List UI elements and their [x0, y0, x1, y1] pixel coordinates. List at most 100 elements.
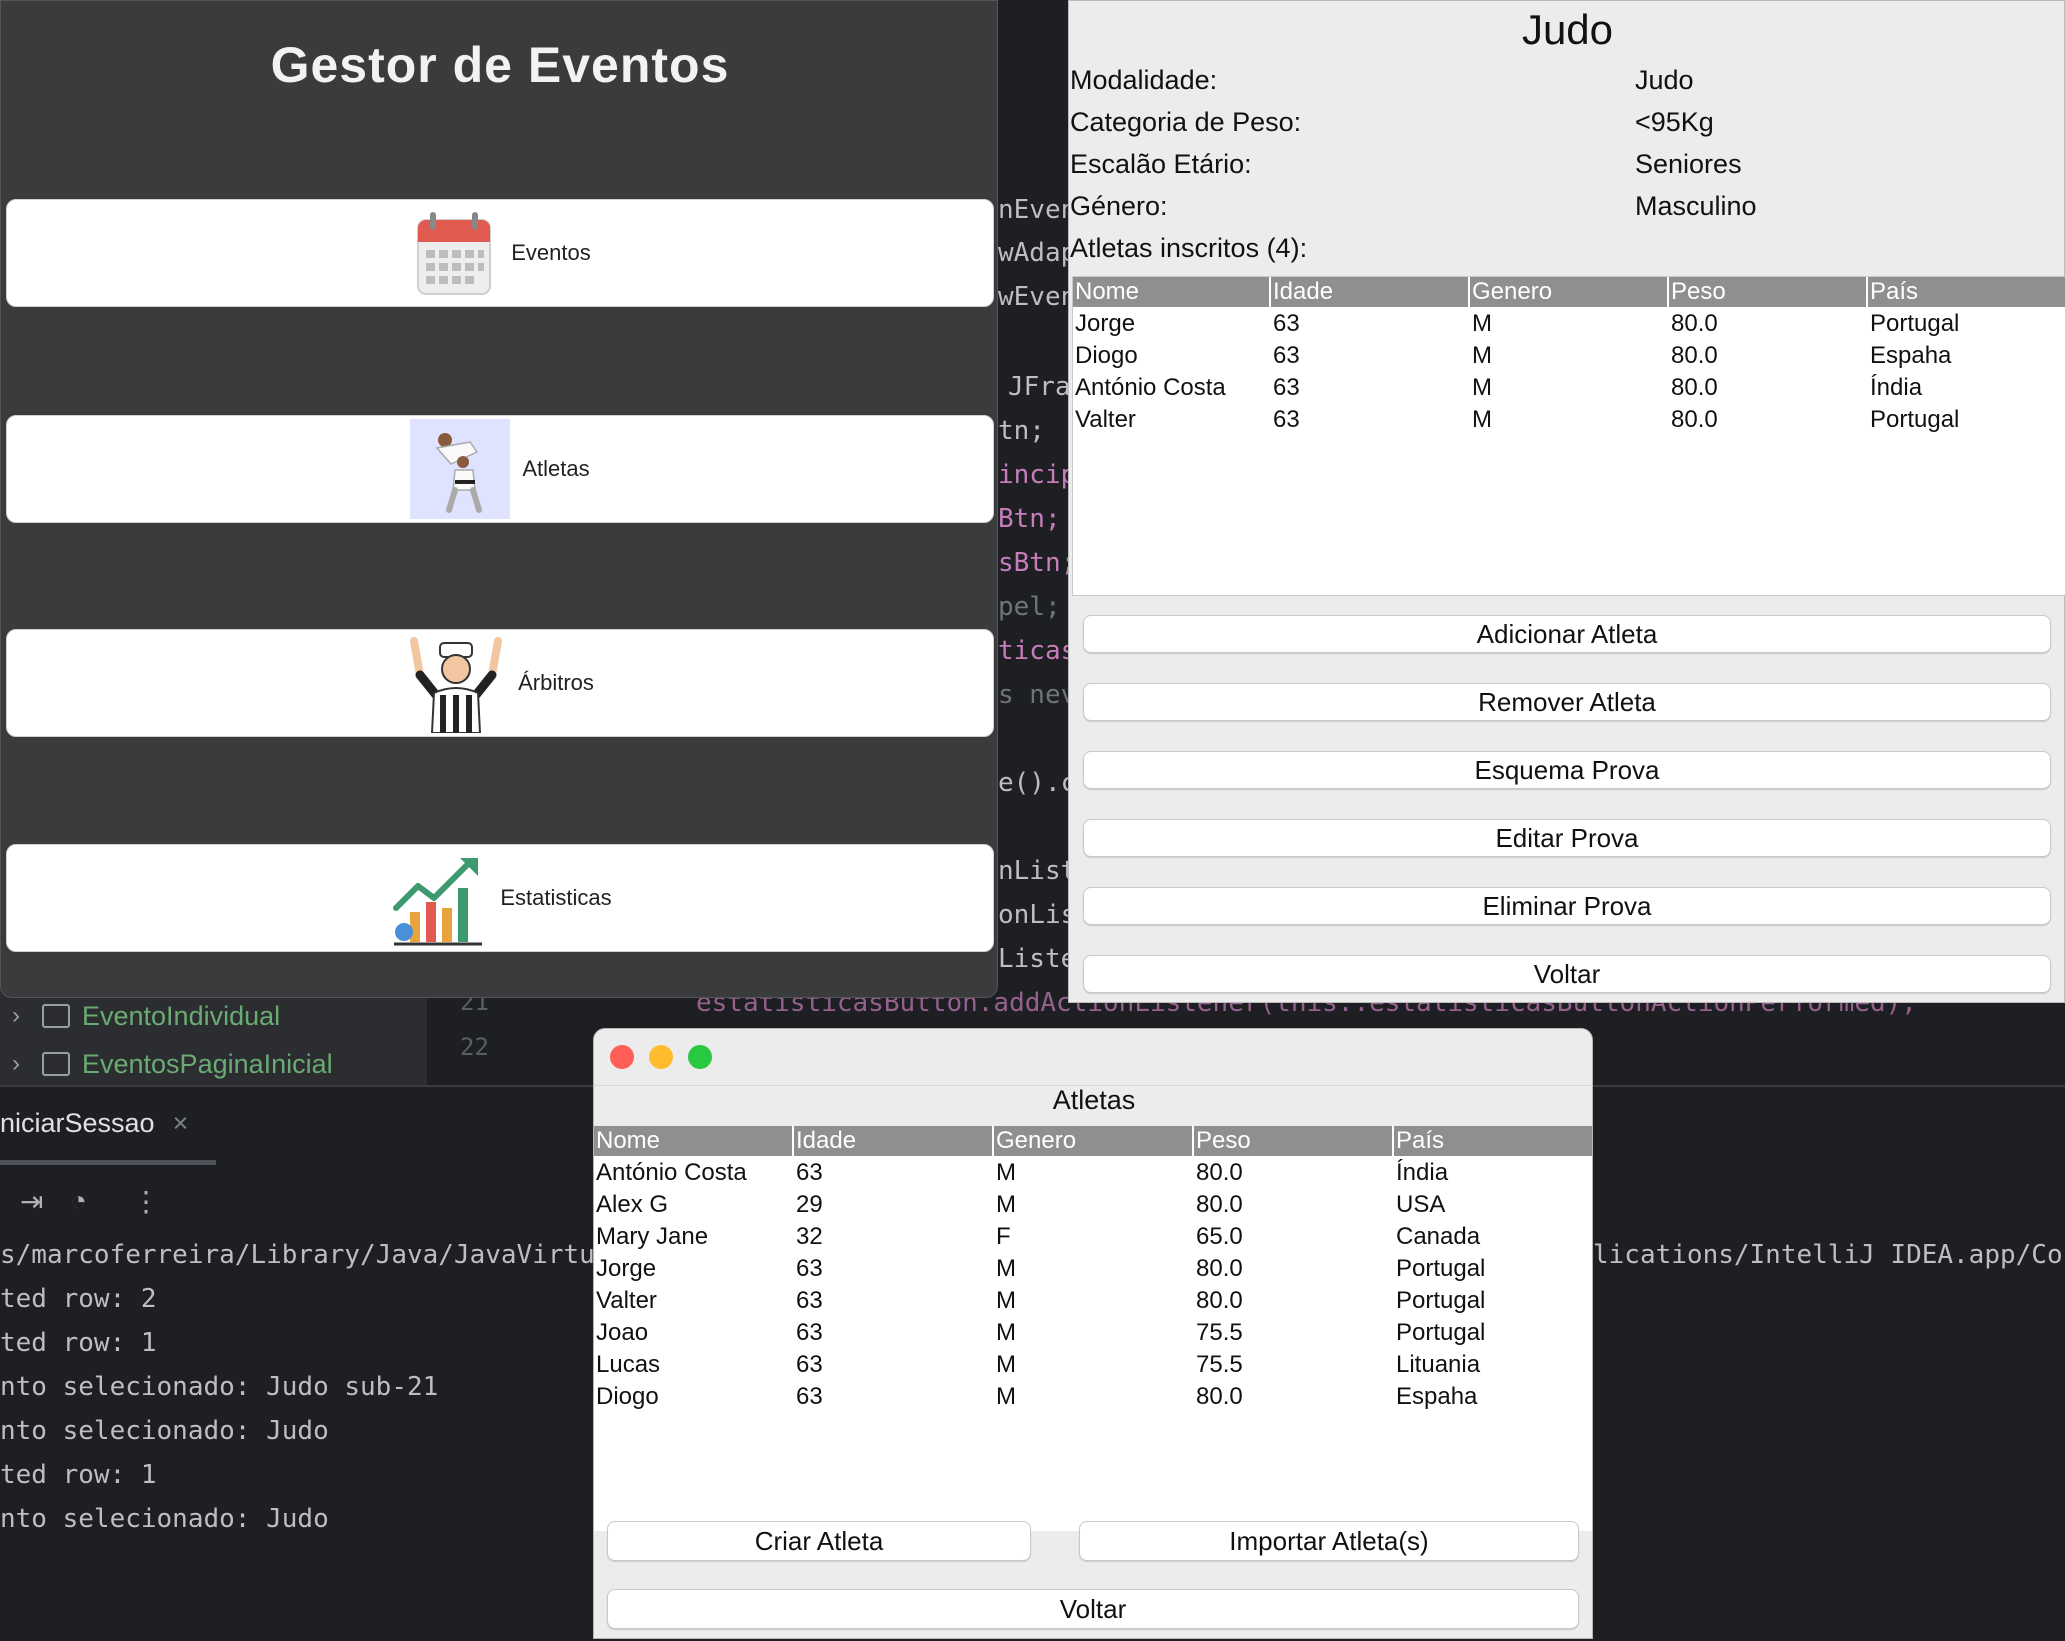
table-cell: Portugal — [1870, 310, 1960, 337]
table-row[interactable]: António Costa 63 M 80.0 Índia — [594, 1157, 1592, 1189]
column-header[interactable]: Nome — [1073, 277, 1271, 307]
table-cell: M — [996, 1383, 1016, 1410]
remove-athlete-button[interactable]: Remover Atleta — [1083, 683, 2051, 721]
folder-icon — [42, 1004, 70, 1028]
field-value: Masculino — [1635, 191, 1757, 221]
tree-item[interactable]: › EventoIndividual — [12, 996, 280, 1036]
run-tab[interactable]: niciarSessao × — [0, 1108, 188, 1139]
close-window-button[interactable] — [610, 1045, 634, 1069]
calendar-icon — [409, 208, 499, 298]
table-cell: M — [996, 1319, 1016, 1346]
delete-event-button[interactable]: Eliminar Prova — [1083, 887, 2051, 925]
window-title: Gestor de Eventos — [270, 37, 730, 93]
table-row[interactable]: Diogo 63 M 80.0 Espaha — [1073, 340, 2065, 372]
column-header[interactable]: Idade — [794, 1126, 994, 1156]
table-cell: 80.0 — [1196, 1255, 1243, 1282]
table-cell: 63 — [796, 1159, 823, 1186]
close-icon[interactable]: × — [173, 1108, 189, 1138]
table-row[interactable]: Joao 63 M 75.5 Portugal — [594, 1317, 1592, 1349]
table-cell: 63 — [1273, 406, 1300, 433]
console-line: nto selecionado: Judo — [0, 1504, 329, 1534]
table-row[interactable]: Alex G 29 M 80.0 USA — [594, 1189, 1592, 1221]
code-fragment: ticas — [998, 636, 1077, 666]
statistics-chart-icon — [388, 848, 488, 948]
column-header[interactable]: País — [1394, 1126, 1592, 1156]
table-row[interactable]: Diogo 63 M 80.0 Espaha — [594, 1381, 1592, 1413]
tree-item[interactable]: › EventosPaginaInicial — [12, 1044, 333, 1084]
estatisticas-button[interactable]: Estatisticas — [6, 844, 994, 952]
table-cell: Lituania — [1396, 1351, 1481, 1378]
column-header[interactable]: Idade — [1271, 277, 1470, 307]
edit-event-button[interactable]: Editar Prova — [1083, 819, 2051, 857]
import-athletes-button[interactable]: Importar Atleta(s) — [1079, 1521, 1579, 1561]
table-cell: 63 — [796, 1383, 823, 1410]
button-label: Eventos — [511, 240, 591, 265]
table-row[interactable]: António Costa 63 M 80.0 Índia — [1073, 372, 2065, 404]
athletes-table[interactable]: Nome Idade Genero Peso País António Cost… — [594, 1126, 1592, 1531]
column-header[interactable]: Genero — [1470, 277, 1669, 307]
console-line: nto selecionado: Judo — [0, 1416, 329, 1446]
table-row[interactable]: Valter 63 M 80.0 Portugal — [594, 1285, 1592, 1317]
minimize-window-button[interactable] — [649, 1045, 673, 1069]
exit-icon[interactable]: ⇥ — [20, 1185, 43, 1218]
table-cell: Portugal — [1396, 1255, 1486, 1282]
event-title: Judo — [1521, 6, 1614, 53]
table-cell: 63 — [796, 1255, 823, 1282]
table-cell: M — [1472, 406, 1492, 433]
window-title: Atletas — [1052, 1085, 1136, 1115]
zoom-window-button[interactable] — [688, 1045, 712, 1069]
chevron-right-icon: › — [12, 1002, 20, 1029]
column-header[interactable]: Nome — [594, 1126, 794, 1156]
table-cell: 80.0 — [1671, 374, 1718, 401]
column-header[interactable]: Peso — [1669, 277, 1868, 307]
field-label: Género: — [1070, 191, 1168, 221]
code-fragment: Btn; — [998, 504, 1061, 534]
code-fragment: s nev — [998, 680, 1077, 710]
back-button[interactable]: Voltar — [1083, 955, 2051, 993]
run-tab-label: niciarSessao — [0, 1108, 155, 1138]
code-fragment: onLis — [998, 900, 1077, 930]
column-header[interactable]: Genero — [994, 1126, 1194, 1156]
enrolled-athletes-table[interactable]: Nome Idade Genero Peso País Jorge 63 M 8… — [1072, 276, 2065, 596]
table-cell: 80.0 — [1671, 406, 1718, 433]
table-cell: 80.0 — [1671, 342, 1718, 369]
gauge-icon[interactable]: ◔ — [70, 1185, 87, 1217]
table-cell: Jorge — [596, 1255, 657, 1282]
table-cell: 63 — [796, 1351, 823, 1378]
window-titlebar[interactable] — [594, 1029, 1592, 1086]
column-header[interactable]: País — [1868, 277, 2065, 307]
table-row[interactable]: Lucas 63 M 75.5 Lituania — [594, 1349, 1592, 1381]
table-cell: 80.0 — [1196, 1191, 1243, 1218]
table-cell: M — [996, 1159, 1016, 1186]
code-fragment: nList — [998, 856, 1077, 886]
table-row[interactable]: Jorge 63 M 80.0 Portugal — [1073, 308, 2065, 340]
code-fragment: tn; — [998, 416, 1045, 446]
judo-event-window: Judo Modalidade: Judo Categoria de Peso:… — [1068, 0, 2065, 1003]
create-athlete-button[interactable]: Criar Atleta — [607, 1521, 1031, 1561]
table-row[interactable]: Mary Jane 32 F 65.0 Canada — [594, 1221, 1592, 1253]
field-label: Escalão Etário: — [1070, 149, 1252, 179]
table-row[interactable]: Jorge 63 M 80.0 Portugal — [594, 1253, 1592, 1285]
table-cell: 80.0 — [1196, 1159, 1243, 1186]
table-cell: 65.0 — [1196, 1223, 1243, 1250]
bracket-button[interactable]: Esquema Prova — [1083, 751, 2051, 789]
atletas-button[interactable]: Atletas — [6, 415, 994, 523]
table-cell: 29 — [796, 1191, 823, 1218]
eventos-button[interactable]: Eventos — [6, 199, 994, 307]
table-cell: 63 — [796, 1287, 823, 1314]
more-icon[interactable]: ⋮ — [132, 1185, 160, 1218]
table-cell: 63 — [796, 1319, 823, 1346]
back-button[interactable]: Voltar — [607, 1589, 1579, 1629]
table-cell: 63 — [1273, 342, 1300, 369]
column-header[interactable]: Peso — [1194, 1126, 1394, 1156]
button-label: Atletas — [522, 456, 590, 481]
table-cell: Mary Jane — [596, 1223, 709, 1250]
add-athlete-button[interactable]: Adicionar Atleta — [1083, 615, 2051, 653]
field-value: <95Kg — [1635, 107, 1714, 137]
code-fragment: wAdap — [998, 238, 1077, 268]
table-cell: 80.0 — [1196, 1383, 1243, 1410]
table-cell: 75.5 — [1196, 1351, 1243, 1378]
table-row[interactable]: Valter 63 M 80.0 Portugal — [1073, 404, 2065, 436]
code-fragment: wEven — [998, 282, 1077, 312]
arbitros-button[interactable]: Árbitros — [6, 629, 994, 737]
